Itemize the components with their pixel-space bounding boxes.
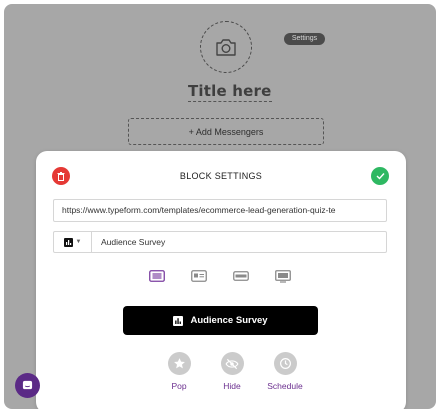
layout-option-card[interactable] — [191, 270, 207, 282]
editor-canvas: Settings Title here + Add Messengers BLO… — [4, 4, 436, 409]
pop-action[interactable]: Pop — [160, 352, 198, 391]
layout-option-screen[interactable] — [275, 269, 291, 283]
chevron-down-icon: ▼ — [75, 239, 82, 245]
layout-option-text-lines[interactable] — [149, 270, 165, 282]
camera-icon — [216, 39, 236, 56]
check-icon — [376, 173, 385, 180]
block-preview-button[interactable]: Audience Survey — [123, 306, 318, 335]
add-messengers-button[interactable]: + Add Messengers — [128, 118, 324, 145]
pop-action-label: Pop — [171, 381, 187, 391]
chat-bubble-icon — [22, 380, 33, 390]
modal-title: BLOCK SETTINGS — [179, 171, 263, 181]
eye-slash-icon — [225, 358, 239, 369]
layout-text-lines-icon — [149, 270, 165, 282]
settings-button[interactable]: Settings — [284, 33, 325, 45]
profile-image-upload[interactable] — [200, 21, 252, 73]
layout-screen-icon — [275, 269, 291, 283]
layout-card-icon — [191, 270, 207, 282]
block-preview-label: Audience Survey — [190, 315, 268, 326]
schedule-action-circle — [273, 352, 297, 375]
hide-action-circle — [220, 352, 244, 375]
confirm-button[interactable] — [371, 167, 389, 185]
block-settings-modal: BLOCK SETTINGS https://www.typeform.com/… — [36, 151, 406, 409]
hide-action[interactable]: Hide — [213, 352, 251, 391]
url-input[interactable]: https://www.typeform.com/templates/ecomm… — [53, 199, 387, 222]
icon-picker[interactable]: ▼ — [54, 232, 92, 252]
hide-action-label: Hide — [223, 381, 241, 391]
block-name-input[interactable]: Audience Survey — [92, 237, 386, 247]
star-icon — [173, 358, 185, 369]
page-title[interactable]: Title here — [188, 82, 272, 102]
chart-icon — [173, 315, 184, 326]
block-actions: Pop Hide Schedule — [160, 352, 304, 391]
clock-icon — [279, 358, 291, 369]
layout-selector — [149, 269, 291, 283]
schedule-action-label: Schedule — [267, 381, 303, 391]
chart-icon — [63, 237, 73, 247]
layout-option-bar[interactable] — [233, 270, 249, 282]
block-name-row: ▼ Audience Survey — [53, 231, 387, 253]
layout-bar-icon — [233, 271, 249, 281]
schedule-action[interactable]: Schedule — [266, 352, 304, 391]
pop-action-circle — [167, 352, 191, 375]
chat-launcher-button[interactable] — [15, 373, 40, 398]
